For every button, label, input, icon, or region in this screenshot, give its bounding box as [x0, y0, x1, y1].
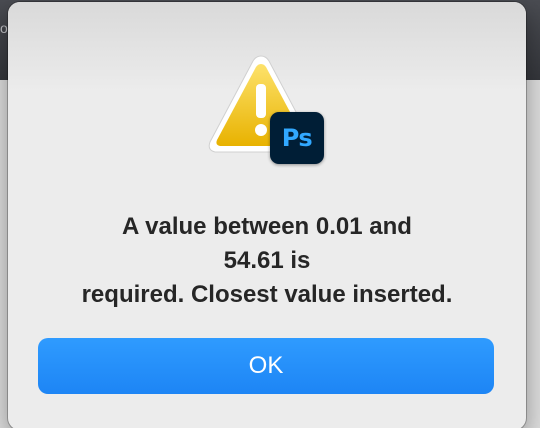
alert-icon-group: Ps	[206, 52, 330, 170]
photoshop-app-icon: Ps	[270, 112, 324, 164]
ok-button[interactable]: OK	[38, 338, 494, 394]
alert-message-line-3: required. Closest value inserted.	[81, 281, 453, 308]
background-partial-text: o	[0, 20, 8, 36]
alert-dialog: Ps A value between 0.01 and 54.61 is req…	[8, 2, 526, 428]
photoshop-badge-label: Ps	[281, 124, 313, 152]
alert-message-line-1: A value between 0.01 and	[122, 213, 412, 240]
alert-message: A value between 0.01 and 54.61 is requir…	[28, 210, 506, 312]
alert-message-line-2: 54.61 is	[223, 247, 311, 274]
